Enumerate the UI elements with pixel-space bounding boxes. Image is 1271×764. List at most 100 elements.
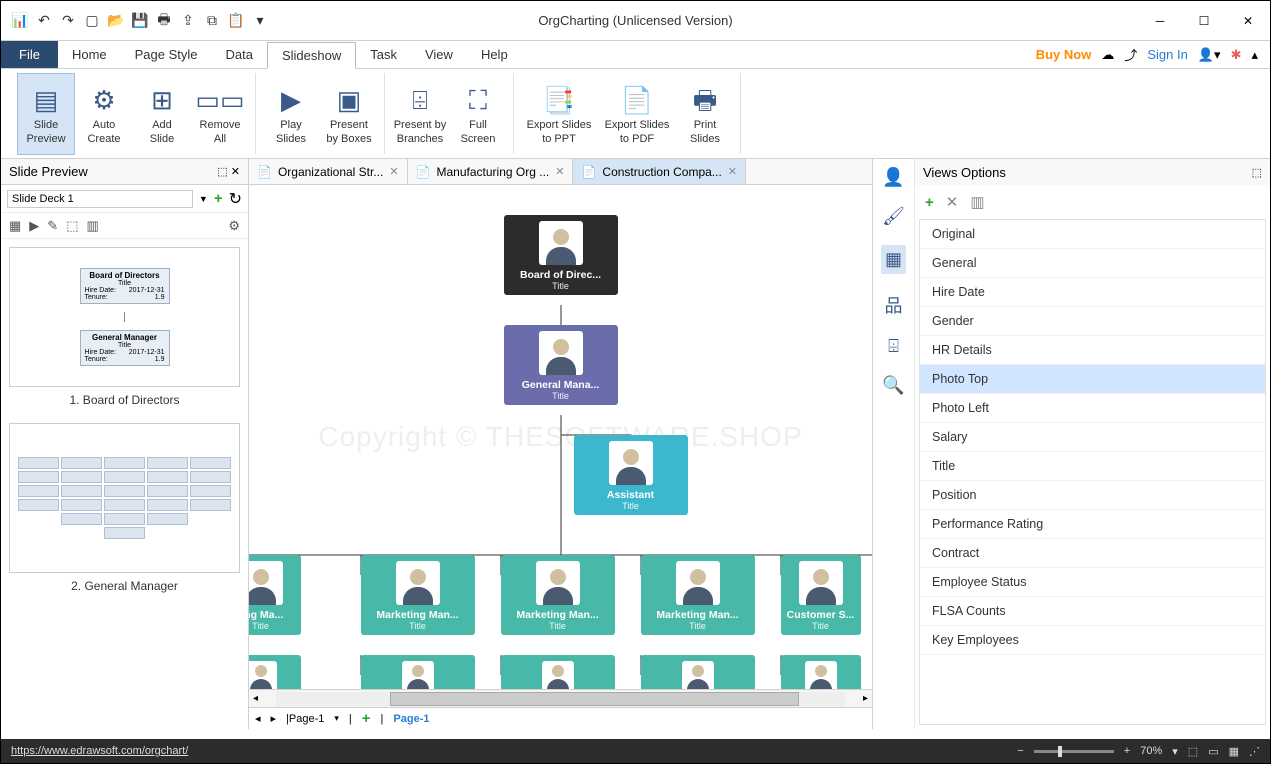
page-dropdown[interactable]: |Page-1 bbox=[286, 713, 324, 725]
ribbon-remove-all[interactable]: ▭▭ RemoveAll bbox=[191, 73, 249, 155]
close-tab-icon[interactable]: ✕ bbox=[555, 165, 564, 178]
tool-grid-icon[interactable]: ▥ bbox=[87, 218, 99, 234]
view-option-contract[interactable]: Contract bbox=[920, 539, 1265, 568]
add-view-button[interactable]: + bbox=[925, 194, 934, 211]
qat-dropdown-icon[interactable]: ▾ bbox=[249, 10, 271, 32]
tool-edit-icon[interactable]: ✎ bbox=[47, 218, 58, 234]
menu-file[interactable]: File bbox=[1, 41, 58, 68]
ribbon-present-branches[interactable]: ⌹ Present byBranches bbox=[391, 73, 449, 155]
view-option-gender[interactable]: Gender bbox=[920, 307, 1265, 336]
view-option-photo-top[interactable]: Photo Top bbox=[920, 365, 1265, 394]
sign-in-link[interactable]: Sign In bbox=[1147, 47, 1187, 62]
fit-width-icon[interactable]: ▭ bbox=[1208, 745, 1218, 758]
columns-icon[interactable]: ▥ bbox=[970, 193, 984, 211]
view-option-photo-left[interactable]: Photo Left bbox=[920, 394, 1265, 423]
zoom-slider[interactable] bbox=[1034, 750, 1114, 753]
minimize-button[interactable]: ─ bbox=[1138, 1, 1182, 41]
ribbon-export-ppt[interactable]: 📑 Export Slidesto PPT bbox=[520, 73, 598, 155]
view-option-original[interactable]: Original bbox=[920, 220, 1265, 249]
menu-slideshow[interactable]: Slideshow bbox=[267, 42, 356, 69]
view-option-hr-details[interactable]: HR Details bbox=[920, 336, 1265, 365]
strip-grid-icon[interactable]: ▦ bbox=[881, 245, 906, 274]
view-option-key-employees[interactable]: Key Employees bbox=[920, 626, 1265, 655]
deck-dropdown-icon[interactable]: ▼ bbox=[199, 194, 208, 204]
menu-task[interactable]: Task bbox=[356, 41, 411, 68]
ribbon-print-slides[interactable]: 🖶 PrintSlides bbox=[676, 73, 734, 155]
strip-search-icon[interactable]: 🔍 bbox=[882, 375, 904, 396]
close-tab-icon[interactable]: ✕ bbox=[728, 165, 737, 178]
export-icon[interactable]: ⇪ bbox=[177, 10, 199, 32]
menu-view[interactable]: View bbox=[411, 41, 467, 68]
menu-data[interactable]: Data bbox=[212, 41, 267, 68]
close-button[interactable]: ✕ bbox=[1226, 1, 1270, 41]
node-sub-2[interactable] bbox=[501, 655, 615, 689]
save-icon[interactable]: 💾 bbox=[129, 10, 151, 32]
node-sub-0[interactable] bbox=[249, 655, 301, 689]
ribbon-auto-create[interactable]: ⚙ AutoCreate bbox=[75, 73, 133, 155]
open-icon[interactable]: 📂 bbox=[105, 10, 127, 32]
menu-help[interactable]: Help bbox=[467, 41, 522, 68]
app-icon[interactable]: 📊 bbox=[9, 10, 31, 32]
share-icon[interactable]: ⤴ bbox=[1124, 45, 1137, 64]
ribbon-export-pdf[interactable]: 📄 Export Slidesto PDF bbox=[598, 73, 676, 155]
zoom-dropdown-icon[interactable]: ▾ bbox=[1172, 745, 1178, 758]
view-option-salary[interactable]: Salary bbox=[920, 423, 1265, 452]
tab-manufacturing[interactable]: 📄 Manufacturing Org ... ✕ bbox=[408, 159, 574, 184]
deck-select[interactable]: Slide Deck 1 bbox=[7, 190, 193, 208]
ribbon-slide-preview[interactable]: ▤ SlidePreview bbox=[17, 73, 75, 155]
status-url[interactable]: https://www.edrawsoft.com/orgchart/ bbox=[11, 745, 188, 757]
view-option-flsa-counts[interactable]: FLSA Counts bbox=[920, 597, 1265, 626]
add-deck-button[interactable]: + bbox=[214, 190, 223, 207]
buy-now-link[interactable]: Buy Now bbox=[1036, 47, 1092, 62]
zoom-out-button[interactable]: − bbox=[1017, 745, 1023, 757]
strip-org-icon[interactable]: 品 bbox=[885, 292, 903, 318]
view-option-title[interactable]: Title bbox=[920, 452, 1265, 481]
user-icon[interactable]: 👤▾ bbox=[1198, 47, 1221, 63]
paste-icon[interactable]: 📋 bbox=[225, 10, 247, 32]
add-page-button[interactable]: + bbox=[362, 710, 371, 727]
view-option-position[interactable]: Position bbox=[920, 481, 1265, 510]
node-board[interactable]: Board of Direc... Title bbox=[504, 215, 618, 295]
tab-organizational[interactable]: 📄 Organizational Str... ✕ bbox=[249, 159, 408, 184]
view-option-employee-status[interactable]: Employee Status bbox=[920, 568, 1265, 597]
ribbon-add-slide[interactable]: ⊞ AddSlide bbox=[133, 73, 191, 155]
node-sub-1[interactable] bbox=[361, 655, 475, 689]
page-dropdown-icon[interactable]: ▾ bbox=[334, 713, 339, 724]
fit-page-icon[interactable]: ⬚ bbox=[1188, 745, 1198, 758]
tool-layout-icon[interactable]: ⬚ bbox=[66, 218, 78, 234]
collapse-ribbon-icon[interactable]: ▴ bbox=[1251, 47, 1258, 63]
node-general-manager[interactable]: General Mana... Title bbox=[504, 325, 618, 405]
node-row-2[interactable]: Marketing Man... Title bbox=[501, 555, 615, 635]
page-nav-left-icon[interactable]: ◂ bbox=[255, 712, 261, 725]
refresh-deck-icon[interactable]: ↻ bbox=[229, 189, 242, 209]
node-row-3[interactable]: Marketing Man... Title bbox=[641, 555, 755, 635]
pin-icon[interactable]: ⬚ bbox=[1252, 166, 1262, 179]
menu-home[interactable]: Home bbox=[58, 41, 121, 68]
menu-page-style[interactable]: Page Style bbox=[121, 41, 212, 68]
thumbnail-1[interactable]: Board of Directors Title Hire Date:2017-… bbox=[9, 247, 240, 407]
node-row-0[interactable]: ting Ma... Title bbox=[249, 555, 301, 635]
page-current[interactable]: Page-1 bbox=[393, 713, 429, 725]
close-tab-icon[interactable]: ✕ bbox=[389, 165, 398, 178]
thumbnail-2[interactable]: 2. General Manager bbox=[9, 423, 240, 593]
view-option-performance-rating[interactable]: Performance Rating bbox=[920, 510, 1265, 539]
strip-tree-icon[interactable]: ⌹ bbox=[888, 336, 899, 357]
tool-settings-icon[interactable]: ⚙ bbox=[228, 218, 240, 234]
node-sub-4[interactable] bbox=[781, 655, 861, 689]
node-row-4[interactable]: Customer S... Title bbox=[781, 555, 861, 635]
undo-icon[interactable]: ↶ bbox=[33, 10, 55, 32]
ribbon-play-slides[interactable]: ▶ PlaySlides bbox=[262, 73, 320, 155]
view-option-general[interactable]: General bbox=[920, 249, 1265, 278]
grid-toggle-icon[interactable]: ▦ bbox=[1229, 745, 1239, 758]
node-assistant[interactable]: Assistant Title bbox=[574, 435, 688, 515]
resize-grip-icon[interactable]: ⋰ bbox=[1249, 745, 1260, 758]
page-nav-right-icon[interactable]: ▸ bbox=[271, 712, 277, 725]
strip-brush-icon[interactable]: 🖌 bbox=[882, 206, 905, 227]
pin-icon[interactable]: ⬚ ✕ bbox=[217, 165, 240, 178]
tool-preview-icon[interactable]: ▦ bbox=[9, 218, 21, 234]
redo-icon[interactable]: ↷ bbox=[57, 10, 79, 32]
tool-play-icon[interactable]: ▶ bbox=[29, 218, 39, 234]
node-sub-3[interactable] bbox=[641, 655, 755, 689]
scroll-left-icon[interactable]: ◂ bbox=[249, 693, 262, 704]
tab-construction[interactable]: 📄 Construction Compa... ✕ bbox=[573, 159, 746, 184]
